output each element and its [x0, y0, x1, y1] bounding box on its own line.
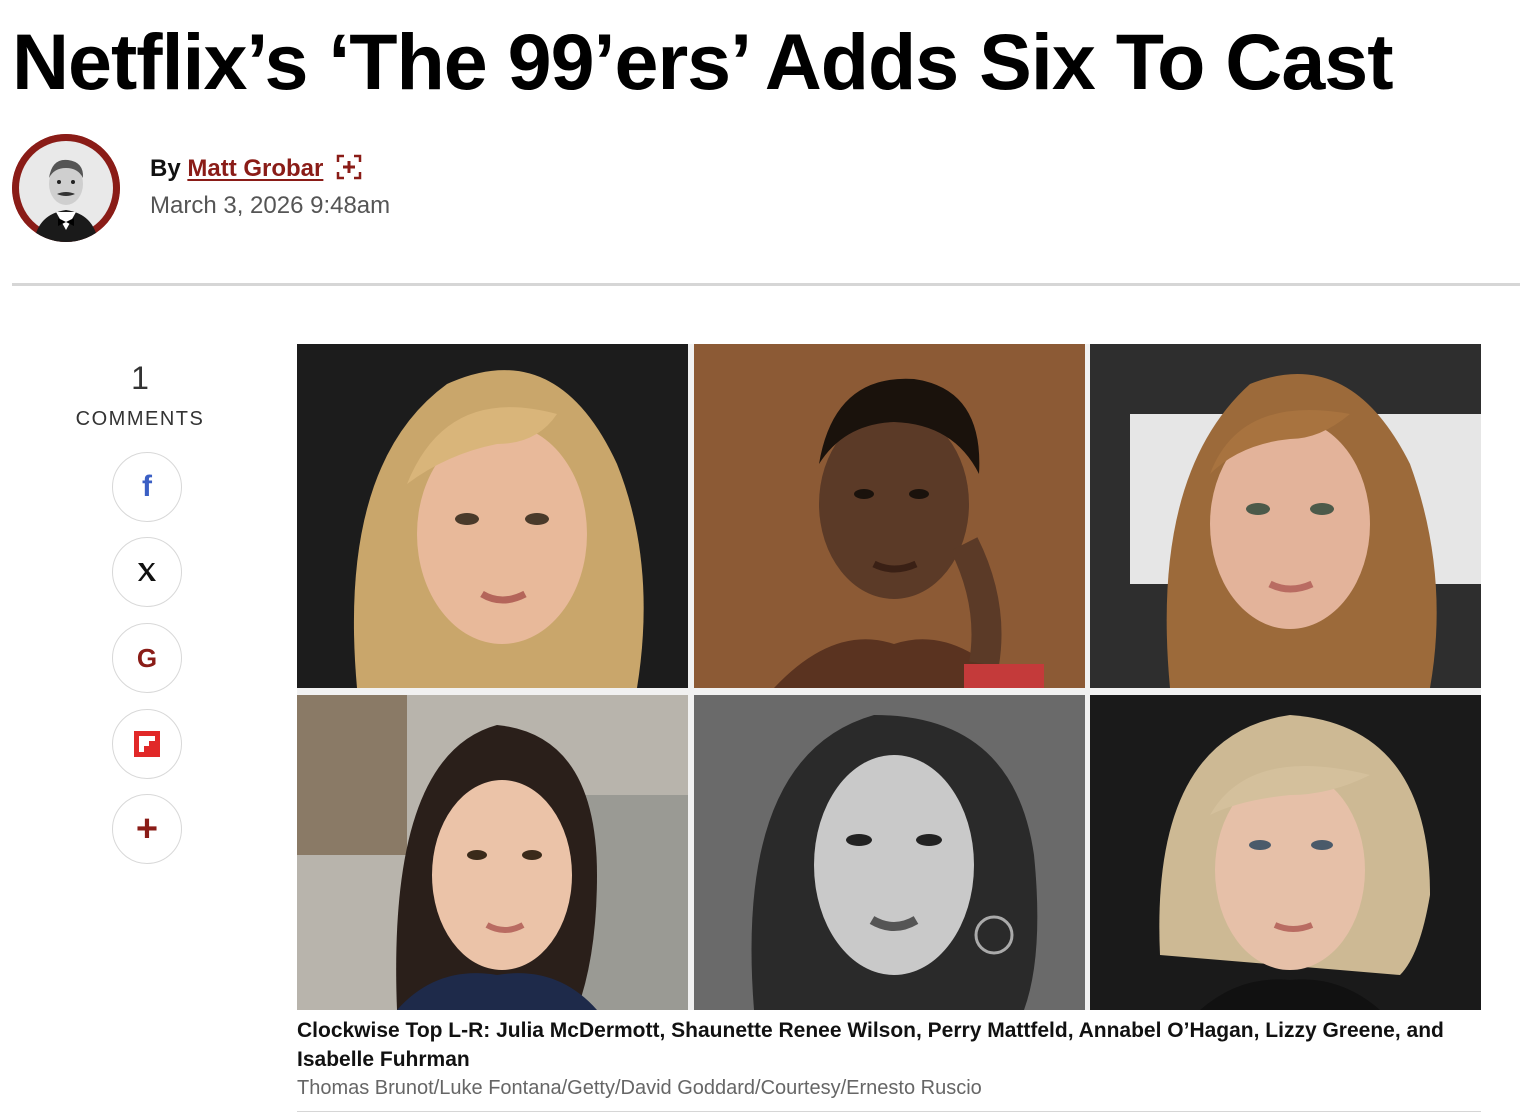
more-share-button[interactable]: + [112, 794, 182, 864]
google-icon: G [136, 642, 158, 673]
cast-photo-shaunette-renee-wilson [694, 344, 1085, 688]
plus-icon: + [135, 808, 159, 850]
flipboard-share-button[interactable] [112, 709, 182, 779]
author-avatar[interactable] [12, 134, 120, 242]
image-caption: Clockwise Top L-R: Julia McDermott, Shau… [297, 1019, 1444, 1071]
byline: By Matt Grobar [150, 154, 362, 187]
facebook-icon: f [142, 470, 152, 503]
publish-date: March 3, 2026 9:48am [150, 192, 391, 219]
cast-photo-isabelle-fuhrman [1090, 695, 1481, 1010]
google-share-button[interactable]: G [112, 623, 182, 693]
header-divider [12, 283, 1520, 286]
flipboard-icon [134, 731, 160, 757]
x-share-button[interactable] [112, 537, 182, 607]
facebook-share-button[interactable]: f [112, 452, 182, 522]
cast-photo-grid[interactable] [297, 344, 1481, 1010]
cast-photo-annabel-ohagan [297, 695, 688, 1010]
follow-author-icon[interactable] [336, 154, 362, 187]
author-portrait-icon [12, 134, 120, 242]
comment-count[interactable]: 1 [80, 360, 200, 397]
x-icon [138, 563, 156, 581]
author-link[interactable]: Matt Grobar [187, 155, 323, 182]
cast-photo-perry-mattfeld [1090, 344, 1481, 688]
cast-photo-julia-mcdermott [297, 344, 688, 688]
article-headline: Netflix’s ‘The 99’ers’ Adds Six To Cast [12, 17, 1394, 106]
caption-divider [297, 1111, 1481, 1112]
cast-photo-lizzy-greene [694, 695, 1085, 1010]
comments-label[interactable]: COMMENTS [60, 408, 220, 431]
byline-prefix: By [150, 155, 181, 182]
image-credit: Thomas Brunot/Luke Fontana/Getty/David G… [297, 1077, 982, 1099]
